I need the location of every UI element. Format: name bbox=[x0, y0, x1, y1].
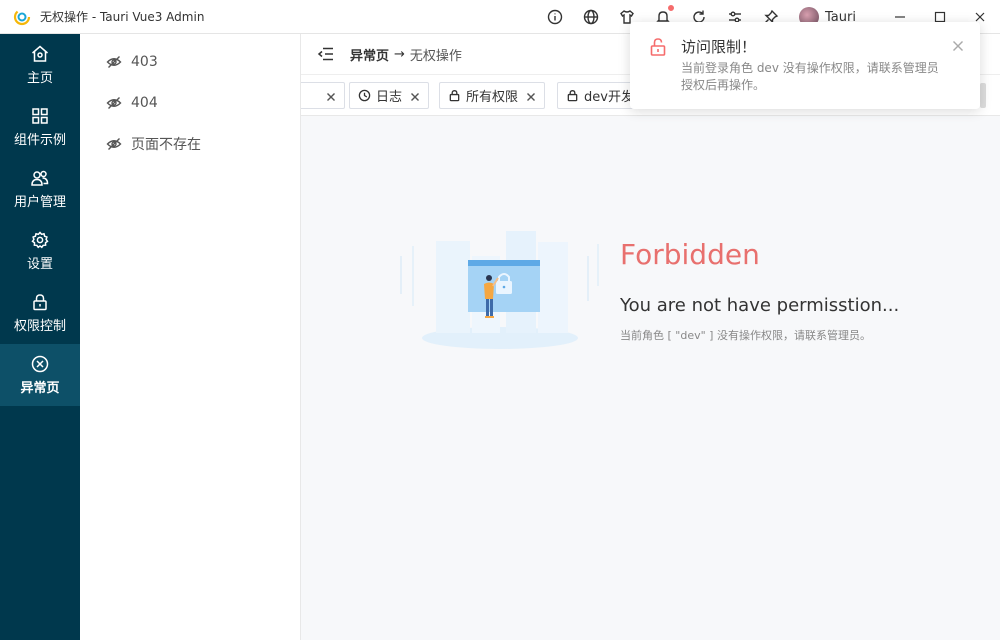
sidebar-item-settings[interactable]: 设置 bbox=[0, 220, 80, 282]
error-circle-icon bbox=[31, 355, 49, 373]
info-icon[interactable] bbox=[545, 7, 565, 27]
close-icon bbox=[411, 92, 420, 101]
submenu: 403 404 页面不存在 bbox=[80, 34, 301, 640]
tab-close-button[interactable] bbox=[326, 91, 336, 101]
breadcrumb-parent[interactable]: 异常页 bbox=[350, 45, 389, 64]
globe-icon[interactable] bbox=[581, 7, 601, 27]
breadcrumb: 异常页 → 无权操作 bbox=[350, 45, 462, 64]
notification-badge bbox=[667, 4, 675, 12]
sidebar: 主页 组件示例 用户管理 设置 权限控制 异常页 bbox=[0, 34, 80, 640]
users-icon bbox=[31, 170, 49, 186]
tab-close-button[interactable] bbox=[410, 91, 420, 101]
close-icon bbox=[953, 41, 963, 51]
close-icon bbox=[327, 92, 335, 101]
sidebar-item-label: 用户管理 bbox=[13, 195, 66, 210]
tab-all-permissions[interactable]: 所有权限 bbox=[439, 82, 546, 109]
lock-icon bbox=[567, 90, 578, 102]
sidebar-item-label: 组件示例 bbox=[13, 133, 66, 148]
sidebar-item-label: 权限控制 bbox=[13, 319, 66, 334]
submenu-item-label: 404 bbox=[131, 94, 158, 111]
home-icon bbox=[32, 45, 48, 62]
forbidden-illustration bbox=[400, 231, 599, 349]
breadcrumb-current: 无权操作 bbox=[409, 48, 462, 64]
sidebar-item-label: 设置 bbox=[26, 257, 53, 272]
notification-popup: 访问限制！ 当前登录角色 dev 没有操作权限，请联系管理员授权后再操作。 bbox=[630, 22, 980, 109]
tab-close-button[interactable] bbox=[526, 91, 536, 101]
notification-message: 当前登录角色 dev 没有操作权限，请联系管理员授权后再操作。 bbox=[681, 61, 939, 92]
lock-icon bbox=[33, 294, 47, 311]
eye-off-icon bbox=[106, 96, 122, 109]
submenu-item-label: 页面不存在 bbox=[131, 136, 201, 153]
tab-hidden[interactable] bbox=[301, 82, 345, 109]
eye-off-icon bbox=[106, 55, 122, 68]
sidebar-item-home[interactable]: 主页 bbox=[0, 34, 80, 96]
main-content: Forbidden You are not have permisstion..… bbox=[301, 116, 1000, 640]
error-title: Forbidden bbox=[620, 238, 760, 271]
clock-icon bbox=[358, 89, 371, 102]
notification-title: 访问限制！ bbox=[681, 38, 757, 56]
app-logo-icon bbox=[13, 8, 31, 25]
error-subtitle: You are not have permisstion... bbox=[620, 295, 900, 316]
submenu-item-not-found[interactable]: 页面不存在 bbox=[80, 123, 300, 164]
sidebar-item-components[interactable]: 组件示例 bbox=[0, 96, 80, 158]
error-description: 当前角色 [ "dev" ] 没有操作权限，请联系管理员。 bbox=[620, 329, 871, 342]
tab-label: dev开发 bbox=[584, 90, 634, 105]
sidebar-item-permissions[interactable]: 权限控制 bbox=[0, 282, 80, 344]
tab-label: 所有权限 bbox=[466, 90, 519, 105]
submenu-item-403[interactable]: 403 bbox=[80, 41, 300, 82]
tab-label: 日志 bbox=[376, 90, 403, 105]
sidebar-item-label: 异常页 bbox=[20, 381, 60, 396]
submenu-item-404[interactable]: 404 bbox=[80, 82, 300, 123]
tab-logs[interactable]: 日志 bbox=[349, 82, 430, 109]
menu-fold-icon bbox=[317, 47, 333, 61]
window-title: 无权操作 - Tauri Vue3 Admin bbox=[40, 10, 205, 24]
submenu-item-label: 403 bbox=[131, 53, 158, 70]
lock-icon bbox=[449, 90, 460, 102]
menu-toggle-button[interactable] bbox=[317, 45, 335, 63]
grid-icon bbox=[32, 108, 48, 124]
sidebar-item-label: 主页 bbox=[26, 71, 53, 86]
tab-scroll-handle[interactable] bbox=[980, 83, 986, 108]
sidebar-item-users[interactable]: 用户管理 bbox=[0, 158, 80, 220]
eye-off-icon bbox=[106, 137, 122, 150]
breadcrumb-separator: → bbox=[394, 46, 405, 62]
unlock-icon bbox=[648, 37, 668, 57]
notification-close-button[interactable] bbox=[952, 40, 964, 52]
close-icon bbox=[527, 92, 536, 101]
gear-icon bbox=[31, 231, 49, 249]
sidebar-item-error-pages[interactable]: 异常页 bbox=[0, 344, 80, 406]
